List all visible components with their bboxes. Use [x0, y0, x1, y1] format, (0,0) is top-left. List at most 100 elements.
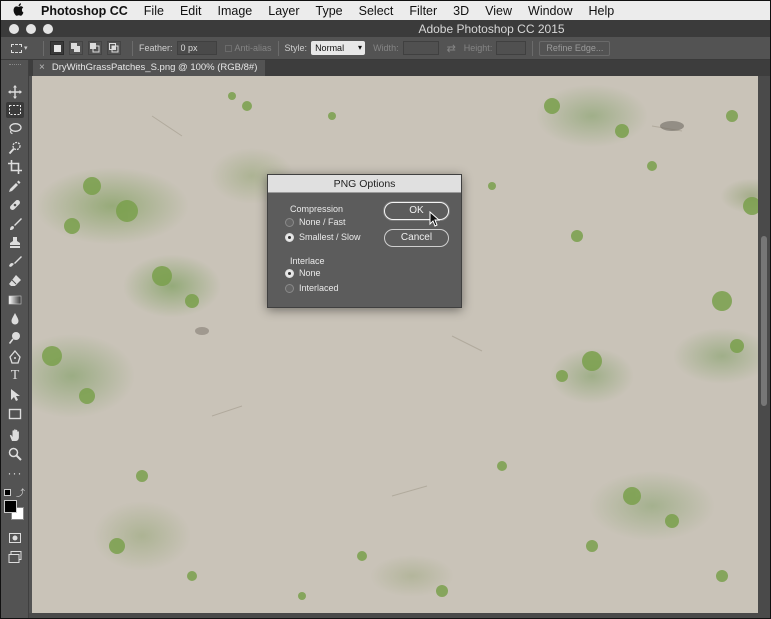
style-label: Style: — [284, 43, 308, 53]
rectangle-icon[interactable] — [6, 406, 24, 422]
move-icon[interactable] — [6, 84, 24, 100]
style-select[interactable]: Normal — [311, 41, 366, 55]
feather-label: Feather: — [139, 43, 173, 53]
blur-icon[interactable] — [6, 311, 24, 327]
healing-brush-icon[interactable] — [6, 197, 24, 213]
interlace-label: Interlace — [290, 256, 325, 266]
new-selection-icon — [53, 44, 61, 52]
interlace-none-radio[interactable] — [285, 268, 294, 278]
default-colors-icon[interactable] — [4, 489, 11, 496]
swap-dimensions-icon[interactable]: ⇄ — [447, 42, 456, 55]
menu-layer[interactable]: Layer — [260, 4, 307, 18]
add-to-selection-button[interactable] — [69, 41, 83, 55]
intersect-selection-button[interactable] — [107, 41, 121, 55]
screen-mode-icon[interactable] — [6, 549, 24, 565]
more-tools-icon[interactable]: ··· — [6, 465, 24, 481]
quick-mask-icon[interactable] — [6, 530, 24, 546]
panel-grip[interactable] — [1, 60, 28, 70]
scrollbar-thumb[interactable] — [761, 236, 767, 406]
window-controls — [9, 23, 53, 34]
compression-smallest-slow-label: Smallest / Slow — [299, 232, 361, 242]
subtract-selection-icon — [90, 43, 100, 53]
hand-icon[interactable] — [6, 427, 24, 443]
width-label: Width: — [373, 43, 399, 53]
history-brush-icon[interactable] — [6, 254, 24, 270]
eraser-icon[interactable] — [6, 273, 24, 289]
zoom-window-button[interactable] — [43, 23, 53, 34]
lasso-icon[interactable] — [6, 121, 24, 137]
height-label: Height: — [463, 43, 493, 53]
height-input[interactable] — [496, 41, 527, 55]
gradient-icon[interactable] — [6, 292, 24, 308]
interlace-none-option[interactable]: None — [285, 268, 321, 278]
antialias-checkbox[interactable] — [224, 44, 232, 52]
cancel-button[interactable]: Cancel — [384, 229, 449, 247]
pen-icon[interactable] — [6, 349, 24, 365]
chevron-down-icon: ▾ — [24, 45, 28, 52]
type-icon[interactable]: T — [6, 368, 24, 384]
vertical-scrollbar[interactable] — [758, 76, 770, 613]
menu-type[interactable]: Type — [308, 4, 351, 18]
width-input[interactable] — [402, 41, 439, 55]
window-title-container: Adobe Photoshop CC 2015 — [1, 22, 770, 36]
menu-app-name[interactable]: Photoshop CC — [35, 4, 136, 18]
new-selection-button[interactable] — [50, 41, 64, 55]
marquee-icon[interactable] — [6, 102, 24, 118]
photoshop-window: Photoshop CC File Edit Image Layer Type … — [0, 0, 771, 619]
feather-input[interactable] — [176, 41, 217, 55]
dialog-title: PNG Options — [268, 175, 461, 193]
options-bar: ▾ Feather: Anti-alias Style: Normal Widt… — [1, 37, 770, 60]
swap-colors-icon[interactable]: ⤴ — [16, 486, 25, 499]
eyedropper-icon[interactable] — [6, 178, 24, 194]
interlace-none-label: None — [299, 268, 321, 278]
interlace-interlaced-option[interactable]: Interlaced — [285, 283, 339, 293]
compression-none-fast-radio[interactable] — [285, 217, 294, 227]
menu-image[interactable]: Image — [210, 4, 261, 18]
close-tab-icon[interactable]: × — [39, 60, 45, 76]
quick-select-icon[interactable] — [6, 140, 24, 156]
menu-file[interactable]: File — [136, 4, 172, 18]
apple-icon[interactable] — [1, 2, 35, 19]
antialias-option[interactable]: Anti-alias — [224, 43, 272, 53]
image-canvas[interactable] — [32, 76, 760, 613]
grass-texture — [42, 92, 760, 600]
marquee-preset-icon — [11, 43, 22, 53]
document-tab-label: DryWithGrassPatches_S.png @ 100% (RGB/8#… — [51, 62, 258, 73]
mouse-cursor-icon — [429, 211, 441, 227]
divider — [277, 40, 279, 56]
brush-icon[interactable] — [6, 216, 24, 232]
intersect-selection-icon — [109, 43, 119, 53]
path-select-icon[interactable] — [6, 387, 24, 403]
crop-icon[interactable] — [6, 159, 24, 175]
subtract-from-selection-button[interactable] — [88, 41, 102, 55]
interlace-interlaced-radio[interactable] — [285, 283, 294, 293]
zoom-icon[interactable] — [6, 446, 24, 462]
menu-window[interactable]: Window — [520, 4, 580, 18]
menu-edit[interactable]: Edit — [172, 4, 210, 18]
compression-smallest-slow-option[interactable]: Smallest / Slow — [285, 232, 361, 242]
close-window-button[interactable] — [9, 23, 19, 34]
divider — [532, 40, 534, 56]
interlace-interlaced-label: Interlaced — [299, 283, 339, 293]
menu-select[interactable]: Select — [351, 4, 402, 18]
window-title-bar: Adobe Photoshop CC 2015 — [1, 20, 770, 37]
minimize-window-button[interactable] — [26, 23, 36, 34]
menu-filter[interactable]: Filter — [401, 4, 445, 18]
dodge-icon[interactable] — [6, 330, 24, 346]
clone-stamp-icon[interactable] — [6, 235, 24, 251]
menu-view[interactable]: View — [477, 4, 520, 18]
menu-bar: Photoshop CC File Edit Image Layer Type … — [1, 1, 770, 20]
foreground-color-swatch[interactable] — [4, 500, 17, 513]
document-tab-bar: × DryWithGrassPatches_S.png @ 100% (RGB/… — [29, 60, 770, 76]
menu-help[interactable]: Help — [581, 4, 623, 18]
compression-smallest-slow-radio[interactable] — [285, 232, 294, 242]
tool-preset-picker[interactable]: ▾ — [11, 40, 37, 57]
compression-none-fast-label: None / Fast — [299, 217, 346, 227]
antialias-label: Anti-alias — [234, 43, 272, 53]
document-tab[interactable]: × DryWithGrassPatches_S.png @ 100% (RGB/… — [33, 60, 266, 76]
compression-none-fast-option[interactable]: None / Fast — [285, 217, 346, 227]
divider — [132, 40, 133, 56]
refine-edge-button[interactable]: Refine Edge... — [539, 40, 611, 56]
compression-label: Compression — [290, 204, 344, 214]
menu-3d[interactable]: 3D — [445, 4, 477, 18]
